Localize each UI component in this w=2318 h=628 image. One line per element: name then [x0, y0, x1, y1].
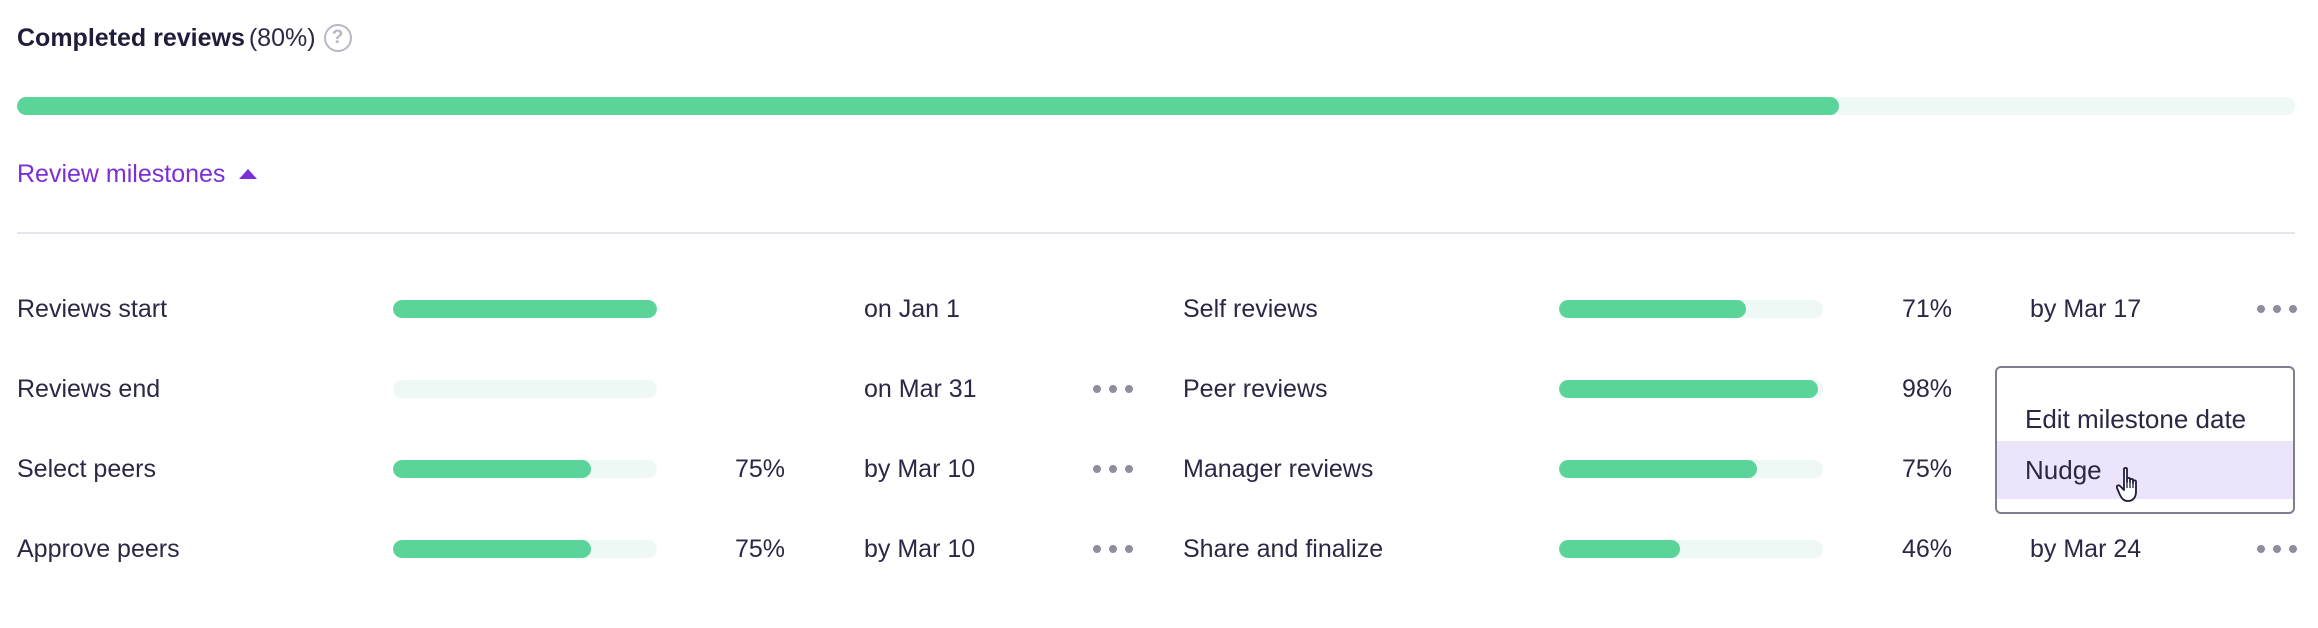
- milestone-progress-bar: [1559, 380, 1823, 398]
- milestone-label: Share and finalize: [1183, 535, 1384, 563]
- more-options-icon[interactable]: [1093, 529, 1133, 569]
- hand-pointer-cursor-icon: [2116, 466, 2137, 502]
- milestone-progress-fill: [1559, 540, 1681, 558]
- review-milestones-label: Review milestones: [17, 159, 226, 188]
- milestone-percent: 75%: [1902, 455, 1953, 483]
- milestone-progress-fill: [393, 300, 657, 318]
- milestone-percent: 98%: [1902, 375, 1953, 403]
- caret-up-icon: [239, 169, 258, 179]
- milestone-progress-bar: [393, 300, 657, 318]
- milestone-progress-fill: [1559, 380, 1818, 398]
- review-milestones-toggle[interactable]: Review milestones: [17, 156, 258, 192]
- milestone-percent: 75%: [735, 535, 786, 563]
- help-icon[interactable]: ?: [323, 24, 352, 52]
- milestone-date: by Mar 24: [2030, 535, 2142, 563]
- milestone-progress-bar: [1559, 300, 1823, 318]
- milestone-progress-bar: [1559, 460, 1823, 478]
- milestone-progress-bar: [1559, 540, 1823, 558]
- milestone-date: by Mar 10: [864, 455, 976, 483]
- completed-reviews-progress-fill: [17, 97, 1840, 115]
- completed-reviews-progress-bar: [17, 97, 2295, 115]
- milestone-percent: 71%: [1902, 295, 1953, 323]
- milestone-context-menu: Edit milestone date Nudge: [1995, 366, 2295, 514]
- nudge-menu-item[interactable]: Nudge: [1997, 441, 2293, 499]
- milestone-percent: 46%: [1902, 535, 1953, 563]
- milestone-label: Reviews start: [17, 295, 168, 323]
- milestone-label: Manager reviews: [1183, 455, 1374, 483]
- milestone-label: Select peers: [17, 455, 156, 483]
- milestone-label: Approve peers: [17, 535, 180, 563]
- more-options-icon[interactable]: [2257, 529, 2297, 569]
- milestone-date: on Jan 1: [864, 295, 960, 323]
- milestone-progress-fill: [1559, 460, 1757, 478]
- more-options-icon[interactable]: [1093, 449, 1133, 489]
- milestone-progress-fill: [393, 540, 591, 558]
- completed-reviews-header: Completed reviews (80%) ?: [17, 18, 352, 58]
- milestone-date: by Mar 10: [864, 535, 976, 563]
- milestone-label: Peer reviews: [1183, 375, 1328, 403]
- milestone-progress-bar: [393, 540, 657, 558]
- milestone-date: on Mar 31: [864, 375, 977, 403]
- milestone-percent: 75%: [735, 455, 786, 483]
- milestone-date: by Mar 17: [2030, 295, 2142, 323]
- completed-reviews-percent: (80%): [248, 23, 316, 52]
- milestone-progress-fill: [1559, 300, 1747, 318]
- more-options-icon[interactable]: [2257, 289, 2297, 329]
- milestone-label: Self reviews: [1183, 295, 1318, 323]
- milestone-label: Reviews end: [17, 375, 161, 403]
- more-options-icon[interactable]: [1093, 369, 1133, 409]
- completed-reviews-title: Completed reviews: [17, 23, 245, 52]
- edit-milestone-date-menu-item[interactable]: Edit milestone date: [1997, 390, 2293, 448]
- milestone-progress-fill: [393, 460, 591, 478]
- divider: [17, 232, 2295, 234]
- milestone-progress-bar: [393, 380, 657, 398]
- milestone-progress-bar: [393, 460, 657, 478]
